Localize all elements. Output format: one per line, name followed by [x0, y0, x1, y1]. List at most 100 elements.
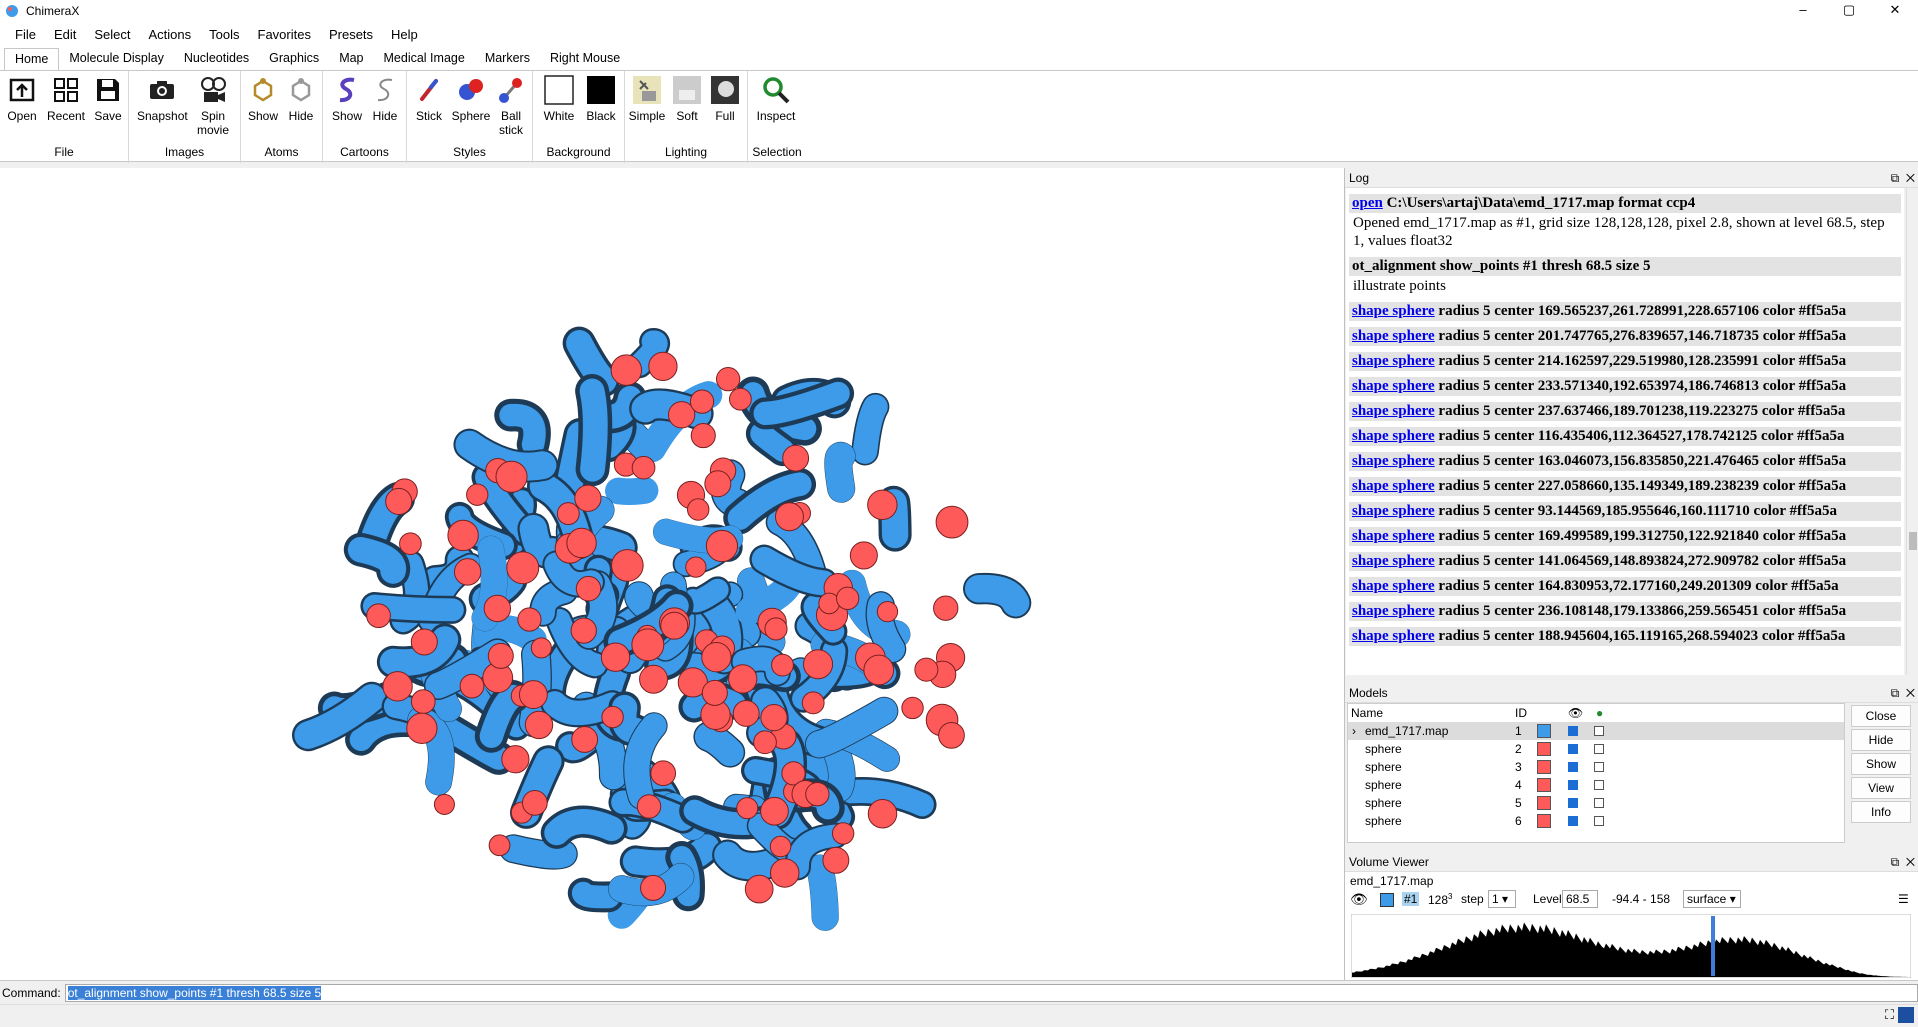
- close-models-icon[interactable]: ✕: [1906, 686, 1915, 700]
- menu-actions[interactable]: Actions: [140, 27, 201, 42]
- menu-file[interactable]: File: [6, 27, 45, 42]
- model-visible-checkbox[interactable]: [1568, 780, 1578, 790]
- model-visible-checkbox[interactable]: [1568, 726, 1578, 736]
- style-select[interactable]: surface ▾: [1683, 890, 1741, 908]
- model-row[interactable]: sphere 4: [1348, 776, 1844, 794]
- visibility-eye-icon[interactable]: 👁: [1350, 891, 1368, 908]
- status-indicator-icon[interactable]: [1898, 1007, 1914, 1023]
- model-row[interactable]: sphere 5: [1348, 794, 1844, 812]
- model-visible-checkbox[interactable]: [1568, 744, 1578, 754]
- tab-home[interactable]: Home: [4, 48, 60, 70]
- tab-markers[interactable]: Markers: [475, 48, 540, 70]
- level-input[interactable]: 68.5: [1562, 890, 1598, 908]
- shape-sphere-link[interactable]: shape sphere: [1352, 578, 1435, 594]
- shape-sphere-link[interactable]: shape sphere: [1352, 353, 1435, 369]
- tab-molecule-display[interactable]: Molecule Display: [59, 48, 173, 70]
- undock-icon[interactable]: ⧉: [1891, 171, 1900, 185]
- histogram[interactable]: [1351, 914, 1911, 978]
- expand-chevron-icon[interactable]: ›: [1352, 722, 1356, 740]
- tab-medical-image[interactable]: Medical Image: [374, 48, 475, 70]
- shape-sphere-link[interactable]: shape sphere: [1352, 553, 1435, 569]
- shape-sphere-link[interactable]: shape sphere: [1352, 453, 1435, 469]
- model-select-checkbox[interactable]: [1594, 780, 1604, 790]
- density-map-render[interactable]: [0, 168, 1344, 980]
- column-id[interactable]: ID: [1515, 704, 1527, 722]
- cartoons-show-button[interactable]: Show: [327, 75, 367, 123]
- panel-menu-icon[interactable]: ☰: [1898, 892, 1909, 906]
- lighting-full-button[interactable]: Full: [705, 75, 745, 123]
- atoms-show-button[interactable]: Show: [243, 75, 283, 123]
- atoms-hide-button[interactable]: Hide: [281, 75, 321, 123]
- model-row[interactable]: sphere 3: [1348, 758, 1844, 776]
- step-select[interactable]: 1 ▾: [1488, 890, 1516, 908]
- model-visible-checkbox[interactable]: [1568, 798, 1578, 808]
- models-hide-button[interactable]: Hide: [1851, 729, 1911, 751]
- fullscreen-icon[interactable]: ⛶: [1885, 1007, 1894, 1023]
- menu-select[interactable]: Select: [85, 27, 139, 42]
- model-select-checkbox[interactable]: [1594, 726, 1604, 736]
- models-show-button[interactable]: Show: [1851, 753, 1911, 775]
- spin-movie-button[interactable]: Spin movie: [193, 75, 233, 137]
- open-button[interactable]: Open: [2, 75, 42, 123]
- menu-help[interactable]: Help: [382, 27, 427, 42]
- tab-nucleotides[interactable]: Nucleotides: [174, 48, 259, 70]
- model-color-swatch[interactable]: [1537, 814, 1551, 828]
- shape-sphere-link[interactable]: shape sphere: [1352, 378, 1435, 394]
- undock-icon[interactable]: ⧉: [1891, 855, 1900, 869]
- shape-sphere-link[interactable]: shape sphere: [1352, 503, 1435, 519]
- model-row[interactable]: sphere 2: [1348, 740, 1844, 758]
- model-row[interactable]: sphere 6: [1348, 812, 1844, 830]
- models-close-button[interactable]: Close: [1851, 705, 1911, 727]
- menu-tools[interactable]: Tools: [200, 27, 248, 42]
- cartoons-hide-button[interactable]: Hide: [365, 75, 405, 123]
- shape-sphere-link[interactable]: shape sphere: [1352, 428, 1435, 444]
- minimize-button[interactable]: –: [1780, 0, 1826, 22]
- sphere-button[interactable]: Sphere: [451, 75, 491, 123]
- inspect-button[interactable]: Inspect: [756, 75, 796, 123]
- ball-stick-button[interactable]: Ball stick: [491, 75, 531, 137]
- shape-sphere-link[interactable]: shape sphere: [1352, 303, 1435, 319]
- model-row[interactable]: › emd_1717.map 1: [1348, 722, 1844, 740]
- model-color-swatch[interactable]: [1537, 796, 1551, 810]
- models-info-button[interactable]: Info: [1851, 801, 1911, 823]
- background-black-button[interactable]: Black: [581, 75, 621, 123]
- shape-sphere-link[interactable]: shape sphere: [1352, 528, 1435, 544]
- tab-map[interactable]: Map: [329, 48, 373, 70]
- map-color-swatch[interactable]: [1380, 893, 1394, 907]
- model-color-swatch[interactable]: [1537, 724, 1551, 738]
- close-volume-viewer-icon[interactable]: ✕: [1906, 855, 1915, 869]
- close-log-icon[interactable]: ✕: [1906, 171, 1915, 185]
- undock-icon[interactable]: ⧉: [1891, 686, 1900, 700]
- shape-sphere-link[interactable]: shape sphere: [1352, 328, 1435, 344]
- lighting-simple-button[interactable]: Simple: [627, 75, 667, 123]
- shape-sphere-link[interactable]: shape sphere: [1352, 603, 1435, 619]
- shape-sphere-link[interactable]: shape sphere: [1352, 403, 1435, 419]
- log-scroll-thumb[interactable]: [1909, 532, 1917, 550]
- open-command-link[interactable]: open: [1352, 195, 1383, 211]
- menu-edit[interactable]: Edit: [45, 27, 85, 42]
- model-color-swatch[interactable]: [1537, 742, 1551, 756]
- tab-right-mouse[interactable]: Right Mouse: [540, 48, 630, 70]
- model-color-swatch[interactable]: [1537, 760, 1551, 774]
- models-view-button[interactable]: View: [1851, 777, 1911, 799]
- command-input[interactable]: ot_alignment show_points #1 thresh 68.5 …: [64, 983, 1918, 1002]
- snapshot-button[interactable]: Snapshot: [137, 75, 188, 123]
- close-window-button[interactable]: ✕: [1872, 0, 1918, 22]
- shape-sphere-link[interactable]: shape sphere: [1352, 628, 1435, 644]
- stick-button[interactable]: Stick: [409, 75, 449, 123]
- level-marker[interactable]: [1711, 916, 1715, 976]
- model-select-checkbox[interactable]: [1594, 798, 1604, 808]
- model-color-swatch[interactable]: [1537, 778, 1551, 792]
- menu-favorites[interactable]: Favorites: [249, 27, 320, 42]
- tab-graphics[interactable]: Graphics: [259, 48, 329, 70]
- lighting-soft-button[interactable]: Soft: [667, 75, 707, 123]
- model-visible-checkbox[interactable]: [1568, 762, 1578, 772]
- model-select-checkbox[interactable]: [1594, 762, 1604, 772]
- model-select-checkbox[interactable]: [1594, 744, 1604, 754]
- maximize-button[interactable]: ▢: [1826, 0, 1872, 22]
- model-visible-checkbox[interactable]: [1568, 816, 1578, 826]
- background-white-button[interactable]: White: [539, 75, 579, 123]
- graphics-viewport[interactable]: [0, 168, 1344, 980]
- recent-button[interactable]: Recent: [46, 75, 86, 123]
- column-name[interactable]: Name: [1351, 704, 1383, 722]
